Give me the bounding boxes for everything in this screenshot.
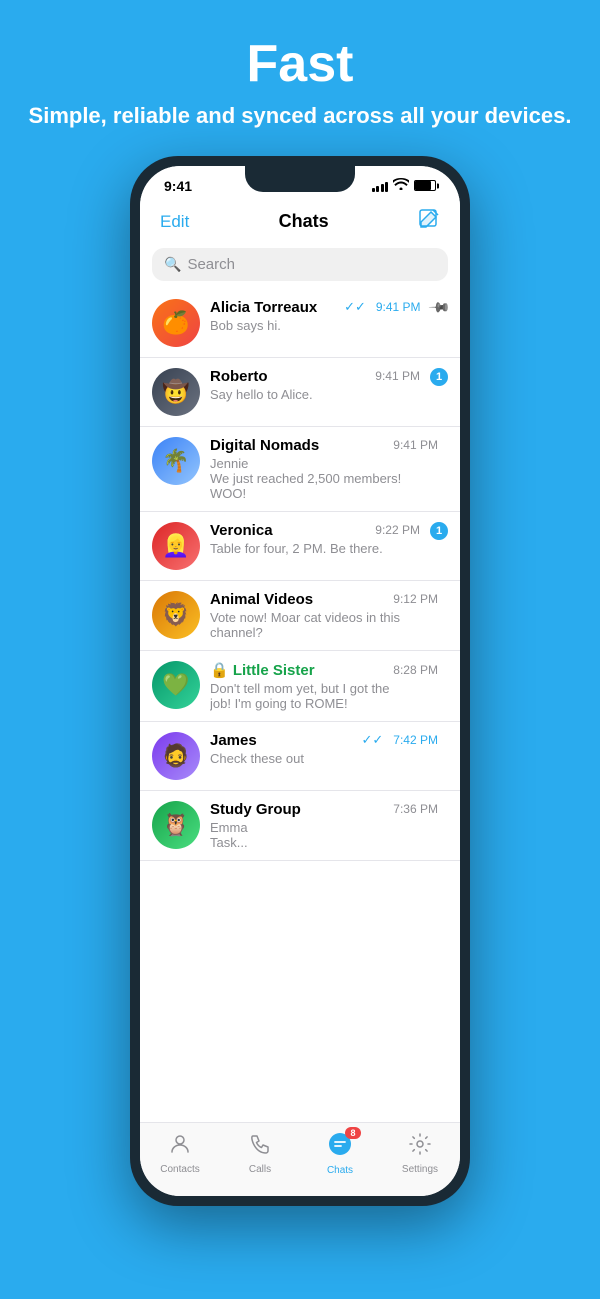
calls-tab-label: Calls <box>249 1164 271 1175</box>
chats-tab-badge: 8 <box>345 1127 361 1139</box>
avatar-veronica: 👱‍♀️ <box>152 522 200 570</box>
chat-name: Digital Nomads <box>210 437 319 454</box>
chat-time: 7:42 PM <box>393 733 438 747</box>
settings-tab-icon <box>408 1136 432 1161</box>
chat-content: James ✓✓ 7:42 PM Check these out <box>210 732 438 766</box>
header-subtitle: Simple, reliable and synced across all y… <box>29 101 572 132</box>
chat-time: 9:41 PM <box>375 369 420 383</box>
chat-message: We just reached 2,500 members! WOO! <box>210 471 410 501</box>
chat-content: Veronica 9:22 PM Table for four, 2 PM. Be … <box>210 522 420 556</box>
avatar-alicia: 🍊 <box>152 299 200 347</box>
battery-icon <box>414 180 436 191</box>
chat-meta: 1 <box>430 522 448 540</box>
phone-screen: 9:41 Edit Chat <box>140 166 460 1196</box>
chats-tab-icon <box>327 1137 353 1162</box>
tab-chats[interactable]: 8Chats <box>300 1131 380 1176</box>
compose-button[interactable] <box>418 208 440 236</box>
search-bar-container: 🔍 Search <box>140 244 460 289</box>
chat-message: Check these out <box>210 751 410 766</box>
status-icons <box>372 178 437 193</box>
search-icon: 🔍 <box>164 256 181 273</box>
chat-content: Digital Nomads 9:41 PM JennieWe just reach… <box>210 437 438 501</box>
header-section: Fast Simple, reliable and synced across … <box>29 0 572 156</box>
nav-bar: Edit Chats <box>140 200 460 244</box>
list-item[interactable]: 🤠 Roberto 9:41 PM Say hello to Alice. 1 <box>140 358 460 427</box>
settings-tab-label: Settings <box>402 1164 438 1175</box>
chat-name: Veronica <box>210 522 273 539</box>
chat-name: Study Group <box>210 801 301 818</box>
double-check-icon: ✓✓ <box>362 732 384 748</box>
chat-meta: 📌 <box>431 299 448 316</box>
chat-name: Alicia Torreaux <box>210 299 317 316</box>
avatar-digital: 🌴 <box>152 437 200 485</box>
list-item[interactable]: 🌴 Digital Nomads 9:41 PM JennieWe just reac… <box>140 427 460 512</box>
chat-content: Alicia Torreaux ✓✓ 9:41 PM Bob says hi. <box>210 299 421 333</box>
chat-content: Roberto 9:41 PM Say hello to Alice. <box>210 368 420 402</box>
chat-list: 🍊 Alicia Torreaux ✓✓ 9:41 PM Bob says hi. 📌 🤠 R… <box>140 289 460 1122</box>
contacts-tab-label: Contacts <box>160 1164 199 1175</box>
chat-time: 8:28 PM <box>393 663 438 677</box>
contacts-tab-icon <box>168 1136 192 1161</box>
avatar-roberto: 🤠 <box>152 368 200 416</box>
chat-message: Say hello to Alice. <box>210 387 410 402</box>
unread-badge: 1 <box>430 368 448 386</box>
avatar-animal: 🦁 <box>152 591 200 639</box>
status-time: 9:41 <box>164 178 192 194</box>
unread-badge: 1 <box>430 522 448 540</box>
sender-name: Emma <box>210 820 438 835</box>
edit-button[interactable]: Edit <box>160 212 189 232</box>
chat-time: 7:36 PM <box>393 802 438 816</box>
chat-content: Animal Videos 9:12 PM Vote now! Moar cat v… <box>210 591 438 640</box>
sender-name: Jennie <box>210 456 438 471</box>
list-item[interactable]: 💚 🔒 Little Sister 8:28 PM Don't tell mom ye… <box>140 651 460 722</box>
chat-message: Don't tell mom yet, but I got the job! I… <box>210 681 410 711</box>
list-item[interactable]: 👱‍♀️ Veronica 9:22 PM Table for four, 2 PM.… <box>140 512 460 581</box>
chat-content: Study Group 7:36 PM EmmaTask... <box>210 801 438 850</box>
chat-message: Table for four, 2 PM. Be there. <box>210 541 410 556</box>
avatar-james: 🧔 <box>152 732 200 780</box>
chat-time: 9:22 PM <box>375 523 420 537</box>
wifi-icon <box>393 178 409 193</box>
list-item[interactable]: 🍊 Alicia Torreaux ✓✓ 9:41 PM Bob says hi. 📌 <box>140 289 460 358</box>
chats-tab-label: Chats <box>327 1165 353 1176</box>
tab-bar: Contacts Calls 8Chats Settings <box>140 1122 460 1196</box>
chat-message: Vote now! Moar cat videos in this channe… <box>210 610 410 640</box>
notch <box>245 166 355 192</box>
chat-meta: 1 <box>430 368 448 386</box>
phone-frame: 9:41 Edit Chat <box>130 156 470 1206</box>
list-item[interactable]: 🦁 Animal Videos 9:12 PM Vote now! Moar cat … <box>140 581 460 651</box>
chat-message: Bob says hi. <box>210 318 410 333</box>
list-item[interactable]: 🦉 Study Group 7:36 PM EmmaTask... <box>140 791 460 861</box>
chat-content: 🔒 Little Sister 8:28 PM Don't tell mom yet… <box>210 661 438 711</box>
search-bar[interactable]: 🔍 Search <box>152 248 448 281</box>
status-bar: 9:41 <box>140 166 460 200</box>
calls-tab-icon <box>248 1136 272 1161</box>
search-placeholder: Search <box>187 256 235 273</box>
avatar-study: 🦉 <box>152 801 200 849</box>
pin-icon: 📌 <box>427 295 451 319</box>
chat-time: 9:41 PM <box>376 300 421 314</box>
chat-message: Task... <box>210 835 410 850</box>
chats-title: Chats <box>279 211 329 232</box>
list-item[interactable]: 🧔 James ✓✓ 7:42 PM Check these out <box>140 722 460 791</box>
tab-calls[interactable]: Calls <box>220 1132 300 1175</box>
avatar-sister: 💚 <box>152 661 200 709</box>
tab-settings[interactable]: Settings <box>380 1132 460 1175</box>
signal-bars-icon <box>372 180 389 192</box>
chat-name: James <box>210 732 257 749</box>
chat-time: 9:41 PM <box>393 438 438 452</box>
header-title: Fast <box>29 36 572 93</box>
double-check-icon: ✓✓ <box>344 299 366 315</box>
tab-contacts[interactable]: Contacts <box>140 1132 220 1175</box>
chat-time: 9:12 PM <box>393 592 438 606</box>
chat-name: Animal Videos <box>210 591 313 608</box>
chat-name: 🔒 Little Sister <box>210 661 315 679</box>
chat-name: Roberto <box>210 368 268 385</box>
